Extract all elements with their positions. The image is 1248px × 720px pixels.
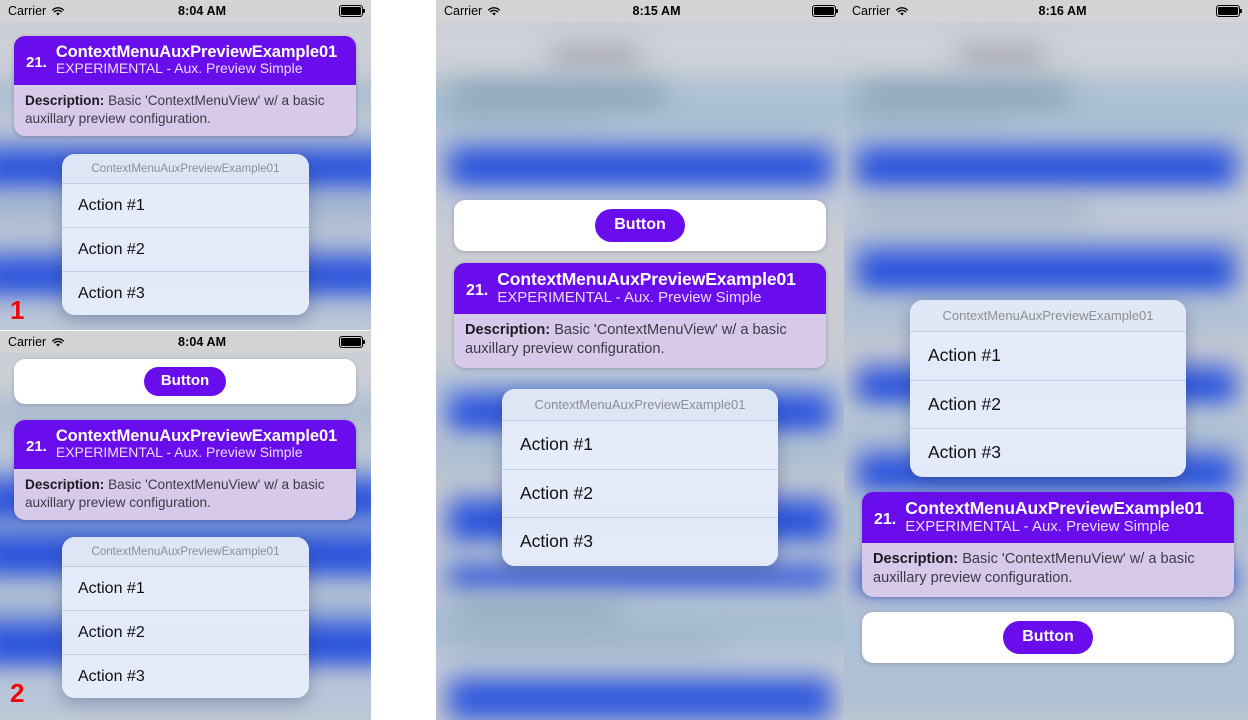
context-menu-item-action-3[interactable]: Action #3 (62, 272, 309, 315)
example-title: ContextMenuAuxPreviewExample01 (497, 269, 796, 289)
phone-screen-menu-above: Carrier 8:16 AM ContextMenuAuxPreviewExa… (844, 0, 1248, 720)
description-label: Description: (465, 322, 551, 339)
status-bar: Carrier 8:15 AM (436, 0, 844, 22)
status-bar: Carrier 8:04 AM (0, 331, 371, 353)
status-bar-left: Carrier (8, 4, 65, 18)
context-menu-title: ContextMenuAuxPreviewExample01 (910, 300, 1186, 332)
example-description: Description: Basic 'ContextMenuView' w/ … (862, 543, 1234, 597)
context-menu[interactable]: ContextMenuAuxPreviewExample01 Action #1… (502, 389, 778, 566)
phone-screen-step-1: Carrier 8:04 AM 21. ContextMenuAuxPrevie… (0, 0, 371, 330)
button-card: Button (454, 200, 826, 251)
description-label: Description: (873, 551, 959, 568)
status-bar-left: Carrier (8, 335, 65, 349)
example-subtitle: EXPERIMENTAL - Aux. Preview Simple (905, 517, 1170, 535)
description-label: Description: (25, 93, 105, 109)
example-index: 21. (26, 438, 47, 456)
context-menu-title: ContextMenuAuxPreviewExample01 (62, 154, 309, 184)
status-bar-right (339, 336, 366, 348)
context-menu-item-action-1[interactable]: Action #1 (910, 332, 1186, 381)
wifi-icon (895, 6, 909, 17)
button-primary[interactable]: Button (143, 366, 227, 397)
battery-full-icon (812, 5, 839, 17)
example-header-card[interactable]: 21. ContextMenuAuxPreviewExample01 EXPER… (862, 492, 1234, 597)
context-menu-title: ContextMenuAuxPreviewExample01 (62, 537, 309, 567)
status-bar-time: 8:16 AM (1038, 4, 1087, 18)
example-card-header: 21. ContextMenuAuxPreviewExample01 EXPER… (454, 263, 826, 315)
context-menu-item-action-2[interactable]: Action #2 (62, 611, 309, 655)
status-bar: Carrier 8:16 AM (844, 0, 1248, 22)
button-primary[interactable]: Button (1003, 621, 1093, 654)
example-header-card[interactable]: 21. ContextMenuAuxPreviewExample01 EXPER… (14, 36, 356, 136)
battery-full-icon (339, 336, 366, 348)
carrier-label: Carrier (8, 4, 47, 18)
context-menu-item-action-3[interactable]: Action #3 (910, 429, 1186, 477)
context-menu[interactable]: ContextMenuAuxPreviewExample01 Action #1… (910, 300, 1186, 477)
example-subtitle: EXPERIMENTAL - Aux. Preview Simple (497, 288, 762, 306)
step-marker-2: 2 (10, 678, 25, 708)
carrier-label: Carrier (444, 4, 483, 18)
status-bar-right (1216, 5, 1243, 17)
context-menu-item-action-2[interactable]: Action #2 (502, 469, 778, 518)
example-index: 21. (874, 510, 897, 528)
carrier-label: Carrier (8, 335, 47, 349)
example-titles: ContextMenuAuxPreviewExample01 EXPERIMEN… (905, 498, 1204, 535)
phone-screen-menu-below: Carrier 8:15 AM Button 21. ContextMenuAu… (436, 0, 844, 720)
example-index: 21. (26, 54, 47, 72)
example-titles: ContextMenuAuxPreviewExample01 EXPERIMEN… (56, 43, 337, 77)
context-menu-item-action-2[interactable]: Action #2 (910, 380, 1186, 429)
status-bar-time: 8:15 AM (632, 4, 681, 18)
example-subtitle: EXPERIMENTAL - Aux. Preview Simple (55, 444, 303, 461)
example-title: ContextMenuAuxPreviewExample01 (905, 498, 1204, 518)
button-card: Button (14, 359, 356, 404)
context-menu-item-action-1[interactable]: Action #1 (62, 184, 309, 228)
step-marker-1: 1 (10, 295, 25, 325)
description-label: Description: (25, 477, 105, 493)
example-title: ContextMenuAuxPreviewExample01 (55, 427, 338, 445)
example-card-header: 21. ContextMenuAuxPreviewExample01 EXPER… (862, 492, 1234, 544)
context-menu-item-action-2[interactable]: Action #2 (62, 228, 309, 272)
button-card: Button (862, 612, 1234, 663)
context-menu-item-action-3[interactable]: Action #3 (502, 518, 778, 566)
example-titles: ContextMenuAuxPreviewExample01 EXPERIMEN… (497, 269, 796, 306)
example-header-card[interactable]: 21. ContextMenuAuxPreviewExample01 EXPER… (454, 263, 826, 368)
wifi-icon (51, 337, 65, 348)
phone-screen-step-2: Carrier 8:04 AM Button 21. ContextMenuAu… (0, 331, 371, 720)
example-subtitle: EXPERIMENTAL - Aux. Preview Simple (55, 60, 303, 77)
screenshot-stage: Carrier 8:04 AM 21. ContextMenuAuxPrevie… (0, 0, 1248, 720)
status-bar-time: 8:04 AM (178, 4, 227, 18)
button-primary[interactable]: Button (595, 209, 685, 242)
wifi-icon (51, 6, 65, 17)
battery-full-icon (339, 5, 366, 17)
example-card-header: 21. ContextMenuAuxPreviewExample01 EXPER… (14, 36, 356, 86)
status-bar-right (339, 5, 366, 17)
example-description: Description: Basic 'ContextMenuView' w/ … (14, 85, 356, 136)
example-header-card[interactable]: 21. ContextMenuAuxPreviewExample01 EXPER… (14, 420, 356, 520)
status-bar: Carrier 8:04 AM (0, 0, 371, 22)
context-menu-item-action-1[interactable]: Action #1 (62, 567, 309, 611)
context-menu[interactable]: ContextMenuAuxPreviewExample01 Action #1… (62, 154, 309, 315)
carrier-label: Carrier (852, 4, 891, 18)
battery-full-icon (1216, 5, 1243, 17)
example-description: Description: Basic 'ContextMenuView' w/ … (14, 469, 356, 520)
status-bar-right (812, 5, 839, 17)
example-description: Description: Basic 'ContextMenuView' w/ … (454, 314, 826, 368)
status-bar-left: Carrier (852, 4, 909, 18)
context-menu-item-action-1[interactable]: Action #1 (502, 421, 778, 470)
context-menu[interactable]: ContextMenuAuxPreviewExample01 Action #1… (62, 537, 309, 698)
status-bar-left: Carrier (444, 4, 501, 18)
wifi-icon (487, 6, 501, 17)
example-card-header: 21. ContextMenuAuxPreviewExample01 EXPER… (14, 420, 356, 470)
status-bar-time: 8:04 AM (178, 335, 227, 349)
context-menu-item-action-3[interactable]: Action #3 (62, 655, 309, 698)
example-titles: ContextMenuAuxPreviewExample01 EXPERIMEN… (56, 427, 337, 461)
context-menu-title: ContextMenuAuxPreviewExample01 (502, 389, 778, 421)
example-index: 21. (466, 281, 489, 299)
example-title: ContextMenuAuxPreviewExample01 (55, 43, 338, 61)
